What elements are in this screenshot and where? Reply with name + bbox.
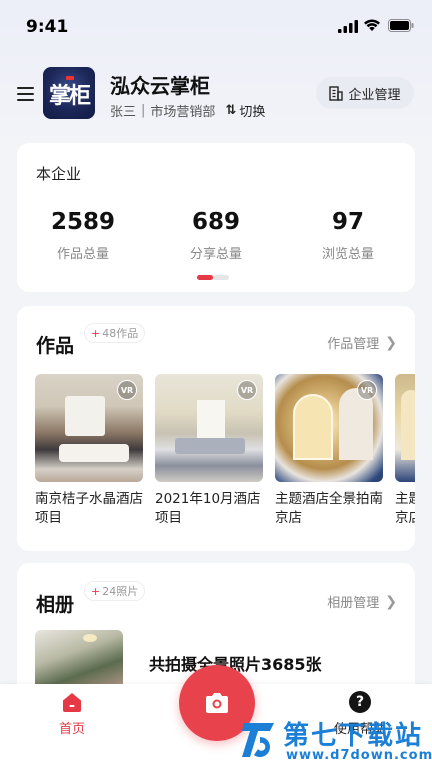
stat-label: 浏览总量 [321,247,374,262]
work-item[interactable]: VR 2021年10月酒店项目 [155,374,263,528]
building-icon [329,85,344,101]
watermark-logo [242,723,274,757]
nav-home[interactable]: 首页 [44,690,100,737]
signal-icon [338,20,358,33]
works-title: 作品 [36,335,75,357]
battery-icon [388,19,414,32]
page-indicator-active [197,275,213,280]
album-manage-label: 相册管理 [327,596,380,611]
work-thumbnail [395,374,415,482]
stats-title: 本企业 [36,165,82,183]
pano-icon: VR [237,380,257,400]
help-icon: ? [349,691,371,713]
work-item[interactable]: VR 南京桔子水晶酒店项目 [35,374,143,528]
watermark: 第七下载站 www.d7down.com [236,715,432,768]
stat-views[interactable]: 97 浏览总量 [288,209,408,262]
page-indicator [197,275,229,280]
works-card: 作品 + 48作品 作品管理 ❯ VR 南京桔子水晶酒店项目 VR 2021年1… [17,306,415,551]
status-bar: 9:41 [0,0,432,54]
pano-icon: VR [117,380,137,400]
works-count-tag: + 48作品 [84,323,146,343]
work-item[interactable]: 主题酒店全景拍南京店 [395,374,415,528]
album-count: 24照片 [102,585,139,598]
work-thumbnail: VR [35,374,143,482]
app-logo: 掌柜 [43,67,95,119]
work-caption: 主题酒店全景拍南京店 [275,491,383,526]
wifi-icon [364,19,380,31]
stat-label: 分享总量 [189,247,242,262]
status-time: 9:41 [26,17,69,37]
stat-value: 97 [331,209,364,235]
logo-text: 掌柜 [48,83,91,109]
stat-value: 689 [191,209,240,235]
menu-icon[interactable] [17,86,34,102]
work-thumbnail: VR [155,374,263,482]
work-item[interactable]: VR 主题酒店全景拍南京店 [275,374,383,528]
pano-icon: VR [357,380,377,400]
switch-button[interactable]: 切换 [239,101,265,120]
works-count: 48作品 [102,327,139,340]
enterprise-manage-button[interactable]: 企业管理 [316,77,414,109]
album-count-tag: + 24照片 [84,581,146,601]
app-title: 泓众云掌柜 [110,74,210,98]
user-info-line: 张三 | 市场营销部 ⇅ 切换 [110,101,265,120]
album-manage-link[interactable]: 相册管理 ❯ [327,592,397,612]
home-icon [63,693,81,712]
chevron-right-icon: ❯ [385,334,397,351]
stat-works[interactable]: 2589 作品总量 [23,209,143,262]
stat-value: 2589 [50,209,115,235]
plus-icon: + [91,584,101,598]
nav-home-label: 首页 [58,722,85,737]
work-caption: 南京桔子水晶酒店项目 [35,491,143,526]
works-list: VR 南京桔子水晶酒店项目 VR 2021年10月酒店项目 VR 主题酒店全景拍… [35,374,415,544]
enterprise-manage-label: 企业管理 [348,87,401,103]
watermark-title: 第七下载站 [283,721,424,751]
separator: | [141,103,146,118]
work-caption: 2021年10月酒店项目 [155,491,261,526]
plus-icon: + [91,326,101,340]
department-name: 市场营销部 [150,105,216,120]
work-thumbnail: VR [275,374,383,482]
work-caption: 主题酒店全景拍南京店 [395,491,415,526]
album-title: 相册 [36,594,75,616]
stat-label: 作品总量 [56,247,109,262]
stat-shares[interactable]: 689 分享总量 [156,209,276,262]
works-manage-link[interactable]: 作品管理 ❯ [327,333,397,353]
stats-card: 本企业 2589 作品总量 689 分享总量 97 浏览总量 [17,143,415,292]
user-name: 张三 [110,105,137,120]
switch-icon[interactable]: ⇅ [225,103,236,118]
watermark-url: www.d7down.com [286,748,432,763]
chevron-right-icon: ❯ [385,593,397,610]
works-manage-label: 作品管理 [327,337,380,352]
camera-icon [206,693,228,713]
